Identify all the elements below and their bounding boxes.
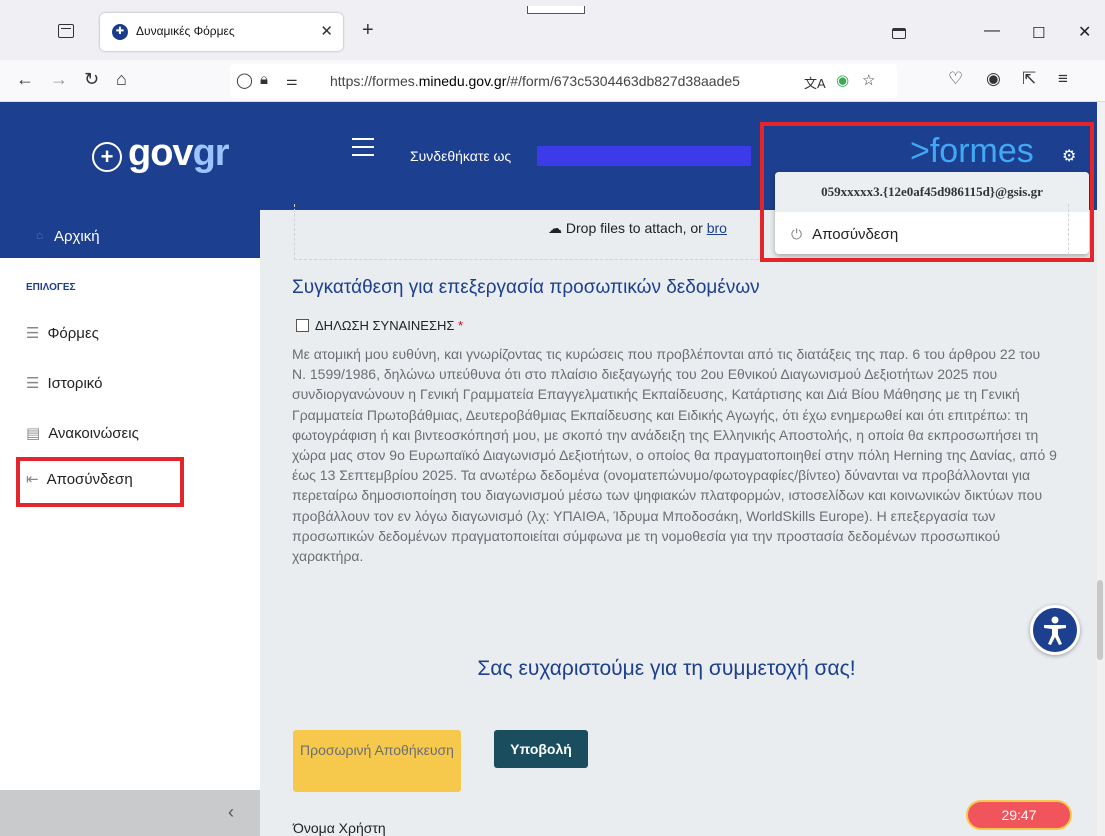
cloud-upload-icon: ☁︎	[548, 220, 562, 236]
accessibility-icon	[1044, 616, 1066, 645]
highlight-user-menu	[760, 122, 1094, 262]
submit-button[interactable]: Υποβολή	[494, 730, 588, 768]
translate-icon[interactable]: 文A	[804, 73, 826, 92]
reload-icon[interactable]: ↻	[84, 69, 99, 90]
back-icon[interactable]: ←	[16, 69, 34, 90]
url-bar[interactable]: ◯ 🔒︎ ⚌ https://formes.minedu.gov.gr/#/fo…	[230, 64, 897, 98]
sidebar-item-history[interactable]: ☰ Ιστορικό	[26, 374, 102, 392]
pocket-icon[interactable]: ♡	[948, 69, 963, 89]
browse-link[interactable]: bro	[707, 220, 727, 236]
tab-list-icon[interactable]	[58, 24, 74, 38]
session-timer: 29:47	[966, 800, 1072, 830]
section-title: Συγκατάθεση για επεξεργασία προσωπικών δ…	[292, 277, 760, 298]
close-window-icon[interactable]: ✕	[1078, 22, 1091, 42]
browser-tab-strip: ✚ Δυναμικές Φόρμες ✕ + — ☐ ✕	[0, 0, 1105, 60]
browser-tab[interactable]: ✚ Δυναμικές Φόρμες ✕	[100, 13, 343, 51]
sidebar-toggle-icon[interactable]	[892, 28, 906, 39]
username-label: Όνομα Χρήστη	[293, 820, 386, 836]
account-icon[interactable]: ◉	[986, 69, 1001, 89]
sidebar-collapse-bar[interactable]: ‹	[0, 790, 260, 836]
url-text: https://formes.minedu.gov.gr/#/form/673c…	[330, 73, 740, 89]
share-icon[interactable]: ⇱	[1022, 69, 1036, 89]
highlight-sidebar-logout	[16, 457, 184, 507]
govgr-logo[interactable]: govgr	[128, 132, 230, 175]
bookmark-star-icon[interactable]: ☆	[862, 71, 875, 89]
list-icon: ☰	[26, 325, 40, 342]
list-icon: ☰	[26, 375, 40, 392]
hamburger-menu-icon[interactable]	[352, 138, 374, 156]
temporary-save-button[interactable]: Προσωρινή Αποθήκευση	[293, 730, 461, 792]
home-icon: ⌂	[36, 228, 44, 242]
web-page: + govgr Συνδεθήκατε ως >formes ⚙ 059xxxx…	[0, 102, 1097, 836]
sidebar-item-announcements[interactable]: ▤ Ανακοινώσεις	[26, 424, 139, 442]
sidebar-section-title: ΕΠΙΛΟΓΕΣ	[26, 282, 76, 293]
chevron-left-icon[interactable]: ‹	[228, 802, 234, 823]
tab-title: Δυναμικές Φόρμες	[136, 24, 235, 38]
forward-icon[interactable]: →	[50, 69, 68, 90]
home-icon[interactable]: ⌂	[116, 69, 127, 90]
redacted-username	[537, 146, 751, 166]
logged-in-label: Συνδεθήκατε ως	[410, 148, 512, 164]
scrollbar-thumb[interactable]	[1097, 580, 1103, 660]
permissions-icon[interactable]: ⚌	[286, 73, 298, 89]
window-drag-handle[interactable]	[527, 6, 585, 14]
close-tab-icon[interactable]: ✕	[320, 22, 333, 40]
sidebar-item-home[interactable]: ⌂ Αρχική	[0, 210, 260, 258]
consent-checkbox-row[interactable]: ΔΗΛΩΣΗ ΣΥΝΑΙΝΕΣΗΣ *	[296, 318, 463, 333]
sidebar-item-forms[interactable]: ☰ Φόρμες	[26, 324, 99, 342]
menu-icon[interactable]: ≡	[1058, 69, 1068, 89]
govgr-favicon-icon: ✚	[112, 24, 128, 40]
thanks-message: Σας ευχαριστούμε για τη συμμετοχή σας!	[477, 657, 856, 680]
book-icon: ▤	[26, 425, 41, 442]
maximize-icon[interactable]: ☐	[1032, 24, 1045, 42]
consent-text: Με ατομική μου ευθύνη, και γνωρίζοντας τ…	[292, 346, 1057, 565]
accessibility-button[interactable]	[1030, 605, 1080, 655]
sidebar: ⌂ Αρχική ΕΠΙΛΟΓΕΣ ☰ Φόρμες ☰ Ιστορικό ▤ Ανα…	[0, 210, 260, 836]
consent-checkbox[interactable]	[296, 319, 309, 332]
lock-icon[interactable]: 🔒︎	[260, 71, 268, 88]
new-tab-icon[interactable]: +	[362, 19, 374, 42]
greek-cross-logo-icon: +	[92, 142, 122, 172]
browser-nav-bar: ← → ↻ ⌂ ◯ 🔒︎ ⚌ https://formes.minedu.gov…	[0, 60, 1105, 102]
tracking-shield-icon[interactable]: ◯	[236, 71, 253, 89]
extension-icon[interactable]: ◉	[836, 71, 849, 89]
dropzone-text: ☁︎ Drop files to attach, or bro	[548, 220, 727, 236]
page-scrollbar[interactable]	[1097, 102, 1105, 836]
minimize-icon[interactable]: —	[984, 22, 1000, 40]
